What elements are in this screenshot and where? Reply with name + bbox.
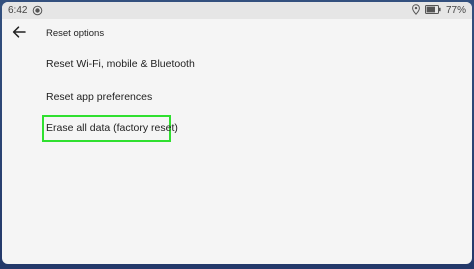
option-reset-wifi-mobile-bluetooth[interactable]: Reset Wi-Fi, mobile & Bluetooth xyxy=(2,49,472,82)
screen: 6:42 77% Reset options Reset Wi-Fi, mobi… xyxy=(2,2,472,264)
option-erase-all-data[interactable]: Erase all data (factory reset) xyxy=(2,115,472,148)
location-pin-icon xyxy=(412,3,420,18)
status-bar: 6:42 77% xyxy=(2,2,472,19)
option-label: Reset app preferences xyxy=(46,91,153,103)
reset-options-list: Reset Wi-Fi, mobile & Bluetooth Reset ap… xyxy=(2,49,472,148)
battery-icon xyxy=(424,4,441,17)
back-button[interactable] xyxy=(8,23,30,45)
arrow-left-icon xyxy=(12,25,26,43)
device-frame: 6:42 77% Reset options Reset Wi-Fi, mobi… xyxy=(0,0,474,269)
option-reset-app-preferences[interactable]: Reset app preferences xyxy=(2,82,472,115)
option-label: Reset Wi-Fi, mobile & Bluetooth xyxy=(46,58,195,70)
toolbar: Reset options xyxy=(2,19,472,49)
status-icons: 77% xyxy=(412,3,466,18)
record-circle-icon xyxy=(32,5,43,16)
option-label: Erase all data (factory reset) xyxy=(46,122,178,134)
battery-percent: 77% xyxy=(445,5,466,16)
page-title: Reset options xyxy=(46,28,105,39)
status-time: 6:42 xyxy=(8,5,28,16)
